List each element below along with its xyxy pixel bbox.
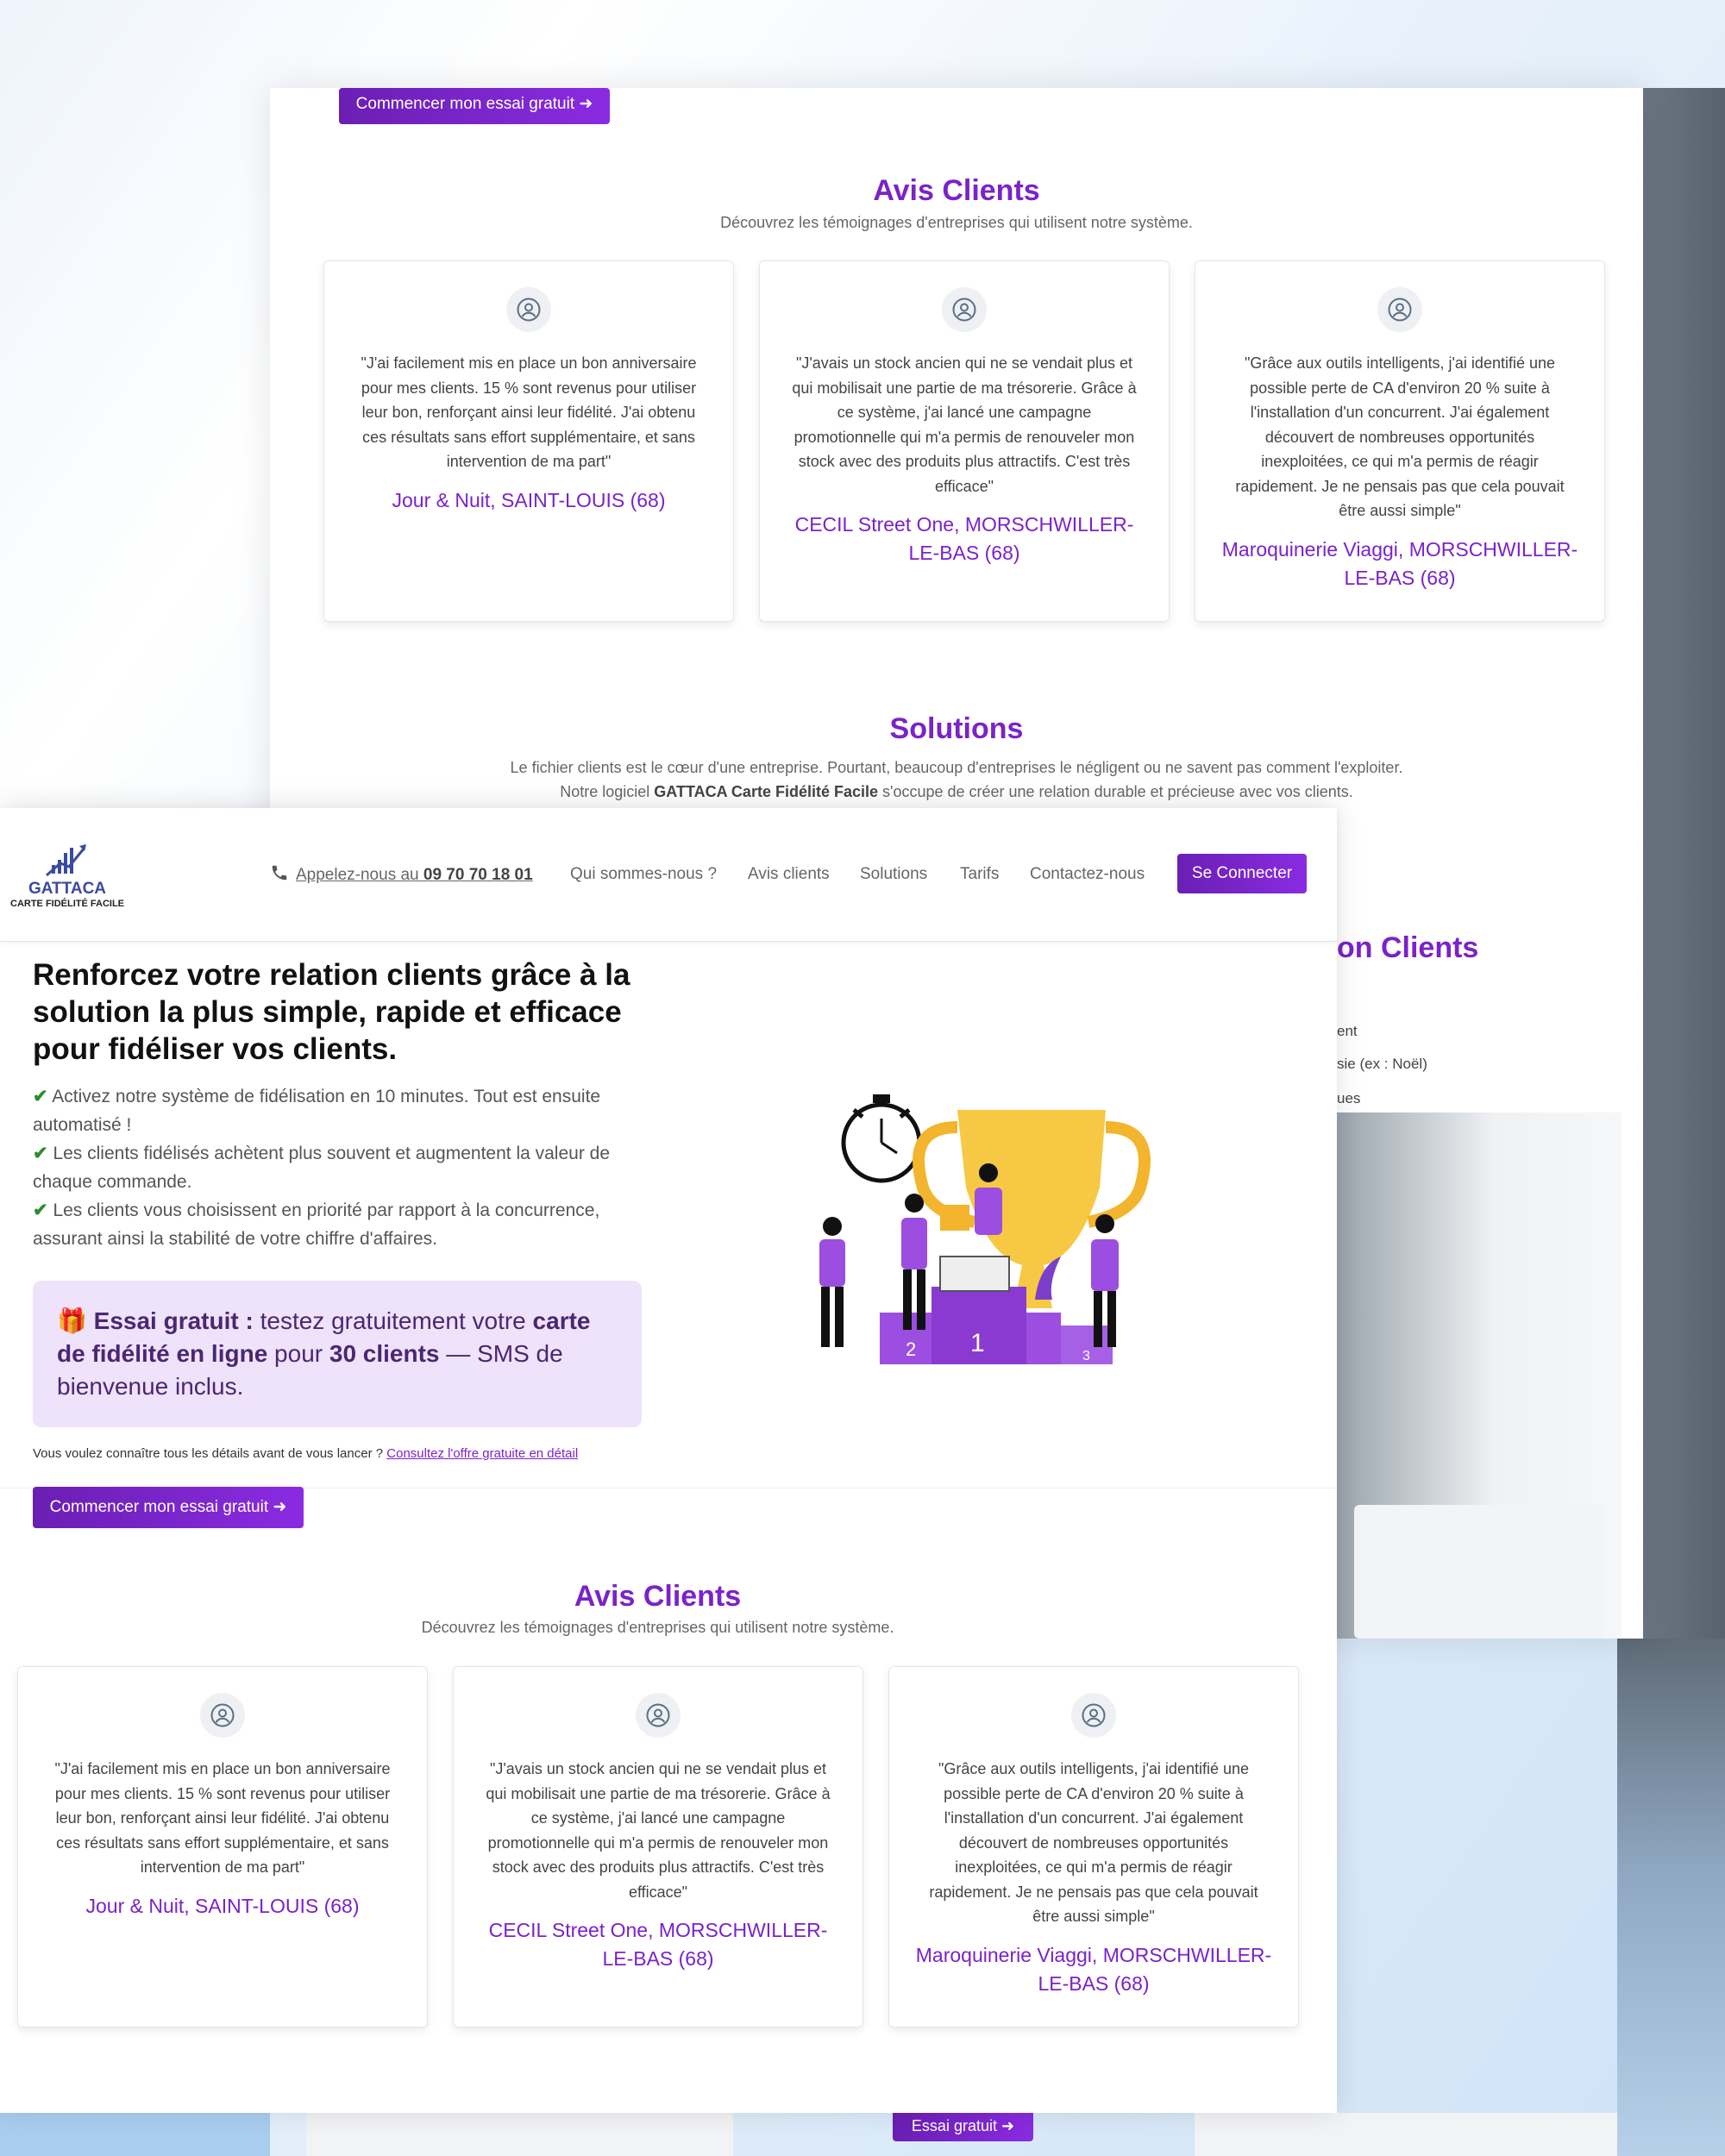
phone-icon (270, 863, 289, 887)
feature-text: Les clients vous choisissent en priorité… (33, 1200, 600, 1249)
user-icon (636, 1693, 681, 1738)
hero-title: Renforcez votre relation clients grâce à… (33, 958, 630, 1066)
feature-item: ✔ Les clients fidélisés achètent plus so… (33, 1139, 645, 1196)
gift-icon: 🎁 (57, 1307, 87, 1334)
phone-link[interactable]: Appelez-nous au 09 70 70 18 01 (270, 863, 533, 887)
testimonial-author: CECIL Street One, MORSCHWILLER-LE-BAS (6… (488, 1919, 828, 1970)
back-cta-button[interactable]: Commencer mon essai gratuit ➜ (339, 88, 610, 124)
avis-subtitle: Découvrez les témoignages d'entreprises … (421, 1619, 894, 1636)
background-panel (1195, 2113, 1617, 2156)
check-icon: ✔ (33, 1200, 48, 1220)
nav-avis-clients[interactable]: Avis clients (748, 865, 830, 884)
solutions-title: Solutions (889, 712, 1024, 745)
testimonial-card: "Grâce aux outils intelligents, j'ai ide… (1195, 260, 1605, 622)
feature-item: ✔ Les clients vous choisissent en priori… (33, 1196, 645, 1253)
testimonial-quote: "J'ai facilement mis en place un bon ann… (54, 1760, 391, 1876)
user-icon (942, 287, 987, 332)
feature-item: ✔ Activez notre système de fidélisation … (33, 1082, 645, 1139)
solutions-text-2: Notre logiciel GATTACA Carte Fidélité Fa… (270, 783, 1643, 801)
testimonial-quote: "J'ai facilement mis en place un bon ann… (361, 354, 697, 470)
user-icon (506, 287, 551, 332)
nav-solutions[interactable]: Solutions (860, 865, 927, 884)
user-icon (1071, 1693, 1116, 1738)
front-window: GATTACA CARTE FIDÉLITÉ FACILE Appelez-no… (0, 808, 1337, 2113)
bottom-trial-button[interactable]: Essai gratuit ➜ (893, 2110, 1033, 2141)
promo-label: Essai gratuit : (93, 1307, 254, 1334)
details-link[interactable]: Consultez l'offre gratuite en détail (386, 1446, 578, 1461)
testimonial-quote: "J'avais un stock ancien qui ne se venda… (792, 354, 1137, 495)
svg-text:3: 3 (1082, 1349, 1090, 1363)
back-partial-line: ues (1337, 1090, 1361, 1106)
promo-text: pour (267, 1340, 329, 1367)
testimonial-author: Maroquinerie Viaggi, MORSCHWILLER-LE-BAS… (1221, 537, 1578, 589)
logo-name: GATTACA (28, 880, 107, 898)
testimonial-author: Jour & Nuit, SAINT-LOUIS (68) (85, 1894, 360, 1917)
back-partial-line: sie (ex : Noël) (1337, 1056, 1427, 1072)
testimonial-quote: "Grâce aux outils intelligents, j'ai ide… (929, 1760, 1258, 1925)
back-avis-subtitle: Découvrez les témoignages d'entreprises … (720, 214, 1193, 231)
testimonial-card: "J'ai facilement mis en place un bon ann… (17, 1666, 428, 2028)
background-strip (0, 2113, 270, 2156)
back-avis-title: Avis Clients (873, 174, 1040, 207)
feature-list: ✔ Activez notre système de fidélisation … (33, 1082, 645, 1253)
testimonial-author: Jour & Nuit, SAINT-LOUIS (68) (392, 488, 666, 511)
testimonial-card: "J'avais un stock ancien qui ne se venda… (759, 260, 1170, 622)
testimonial-author: Maroquinerie Viaggi, MORSCHWILLER-LE-BAS… (915, 1943, 1272, 1995)
solutions-text-1: Le fichier clients est le cœur d'une ent… (510, 759, 1403, 776)
window-shadow (1643, 88, 1725, 1639)
promo-box: 🎁 Essai gratuit : testez gratuitement vo… (33, 1281, 642, 1427)
testimonial-quote: "J'avais un stock ancien qui ne se venda… (486, 1760, 831, 1901)
testimonial-quote: "Grâce aux outils intelligents, j'ai ide… (1235, 354, 1565, 519)
testimonial-card: "J'avais un stock ancien qui ne se venda… (453, 1666, 863, 2028)
solutions-text-pre: Notre logiciel (560, 783, 655, 800)
back-gray-box (1354, 1505, 1604, 1639)
solutions-text-post: s'occupe de créer une relation durable e… (878, 783, 1353, 800)
details-line: Vous voulez connaître tous les détails a… (33, 1446, 578, 1461)
chart-logo-icon (46, 844, 86, 877)
background-panel (306, 2113, 733, 2156)
logo-tagline: CARTE FIDÉLITÉ FACILE (10, 899, 124, 909)
login-button[interactable]: Se Connecter (1177, 854, 1307, 893)
testimonial-card: "J'ai facilement mis en place un bon ann… (323, 260, 734, 622)
promo-highlight: 30 clients (329, 1340, 440, 1367)
phone-number: 09 70 70 18 01 (423, 866, 533, 885)
testimonial-author: CECIL Street One, MORSCHWILLER-LE-BAS (6… (794, 513, 1134, 564)
check-icon: ✔ (33, 1144, 48, 1163)
logo[interactable]: GATTACA CARTE FIDÉLITÉ FACILE (7, 841, 128, 909)
testimonial-card: "Grâce aux outils intelligents, j'ai ide… (888, 1666, 1299, 2028)
back-window-shadow-region (1337, 1112, 1622, 1639)
back-partial-line: ent (1337, 1023, 1358, 1039)
background-strip (1617, 1639, 1725, 2156)
user-icon (1377, 287, 1422, 332)
user-icon (200, 1693, 245, 1738)
avis-title: Avis Clients (574, 1580, 742, 1613)
site-header: GATTACA CARTE FIDÉLITÉ FACILE Appelez-no… (0, 808, 1337, 942)
check-icon: ✔ (33, 1087, 48, 1106)
back-partial-title: on Clients (1337, 931, 1479, 964)
feature-text: Les clients fidélisés achètent plus souv… (33, 1144, 611, 1192)
feature-text: Activez notre système de fidélisation en… (33, 1087, 601, 1135)
phone-label: Appelez-nous au (296, 866, 423, 885)
nav-tarifs[interactable]: Tarifs (960, 865, 999, 884)
trophy-illustration: 1 2 3 (802, 1093, 1156, 1377)
svg-text:2: 2 (906, 1338, 916, 1360)
nav-qui-sommes-nous[interactable]: Qui sommes-nous ? (570, 865, 717, 884)
details-text: Vous voulez connaître tous les détails a… (33, 1446, 387, 1461)
promo-text: testez gratuitement votre (253, 1307, 533, 1334)
solutions-product-name: GATTACA Carte Fidélité Facile (654, 783, 878, 800)
svg-text:1: 1 (970, 1329, 985, 1357)
hero-cta-button[interactable]: Commencer mon essai gratuit ➜ (33, 1487, 304, 1528)
nav-contactez-nous[interactable]: Contactez-nous (1030, 865, 1145, 884)
